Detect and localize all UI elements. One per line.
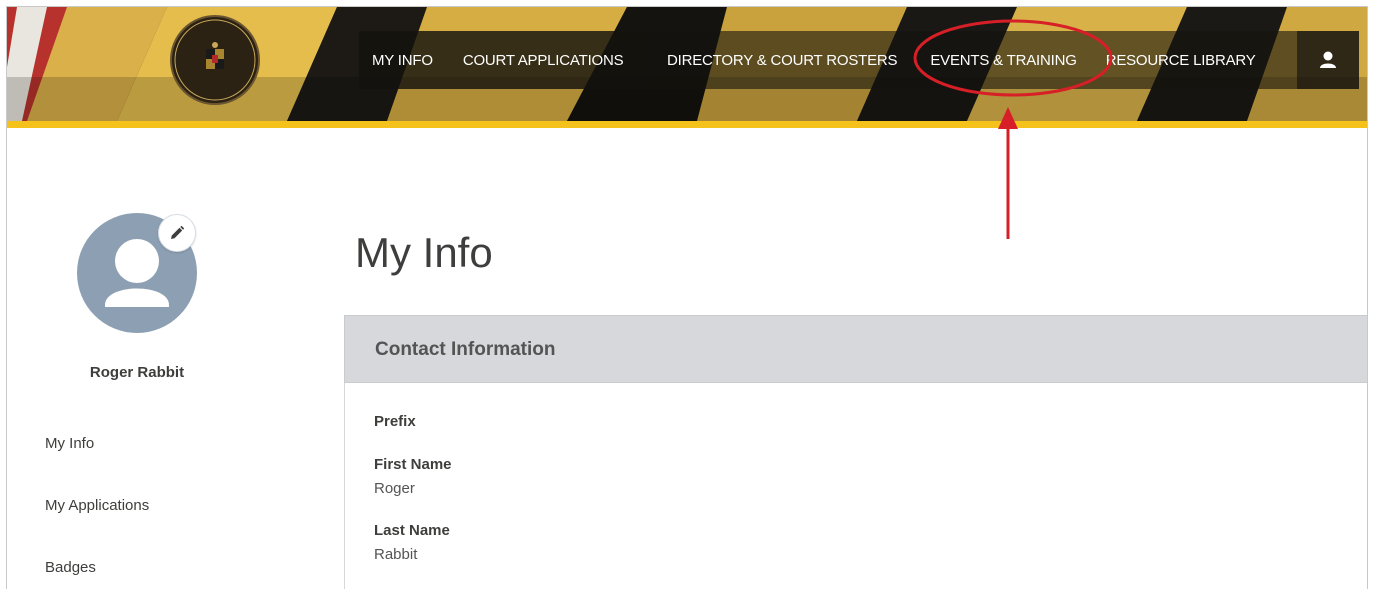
edit-avatar-button[interactable] <box>158 214 196 252</box>
field-label-prefix: Prefix <box>374 413 416 430</box>
nav-group-right: DIRECTORY & COURT ROSTERS EVENTS & TRAIN… <box>647 31 1297 89</box>
nav-directory-court-rosters[interactable]: DIRECTORY & COURT ROSTERS <box>667 52 898 69</box>
header-gold-bar <box>7 121 1367 128</box>
seal-icon <box>174 19 256 101</box>
sidebar-link-my-info[interactable]: My Info <box>45 435 94 452</box>
pencil-icon <box>171 225 185 239</box>
user-menu-button[interactable] <box>1297 31 1359 89</box>
page-frame: MY INFO COURT APPLICATIONS DIRECTORY & C… <box>6 6 1368 589</box>
field-value-first-name: Roger <box>374 480 415 497</box>
user-name: Roger Rabbit <box>89 364 185 381</box>
header-banner: MY INFO COURT APPLICATIONS DIRECTORY & C… <box>7 7 1367 121</box>
nav-resource-library[interactable]: RESOURCE LIBRARY <box>1106 52 1256 69</box>
contact-info-card <box>344 383 1367 589</box>
section-header: Contact Information <box>344 315 1367 383</box>
nav-my-info[interactable]: MY INFO <box>372 52 433 69</box>
nav-group-left: MY INFO COURT APPLICATIONS <box>359 31 647 89</box>
sidebar-link-badges[interactable]: Badges <box>45 559 96 576</box>
page-title: My Info <box>355 229 493 276</box>
nav-events-training[interactable]: EVENTS & TRAINING <box>930 52 1077 69</box>
field-label-first-name: First Name <box>374 456 452 473</box>
user-icon <box>1320 51 1336 68</box>
nav-court-applications[interactable]: COURT APPLICATIONS <box>463 52 624 69</box>
maryland-judiciary-seal[interactable] <box>170 15 260 105</box>
section-title: Contact Information <box>375 339 556 360</box>
field-label-last-name: Last Name <box>374 522 450 539</box>
field-value-last-name: Rabbit <box>374 546 418 563</box>
sidebar-link-my-applications[interactable]: My Applications <box>45 497 149 514</box>
